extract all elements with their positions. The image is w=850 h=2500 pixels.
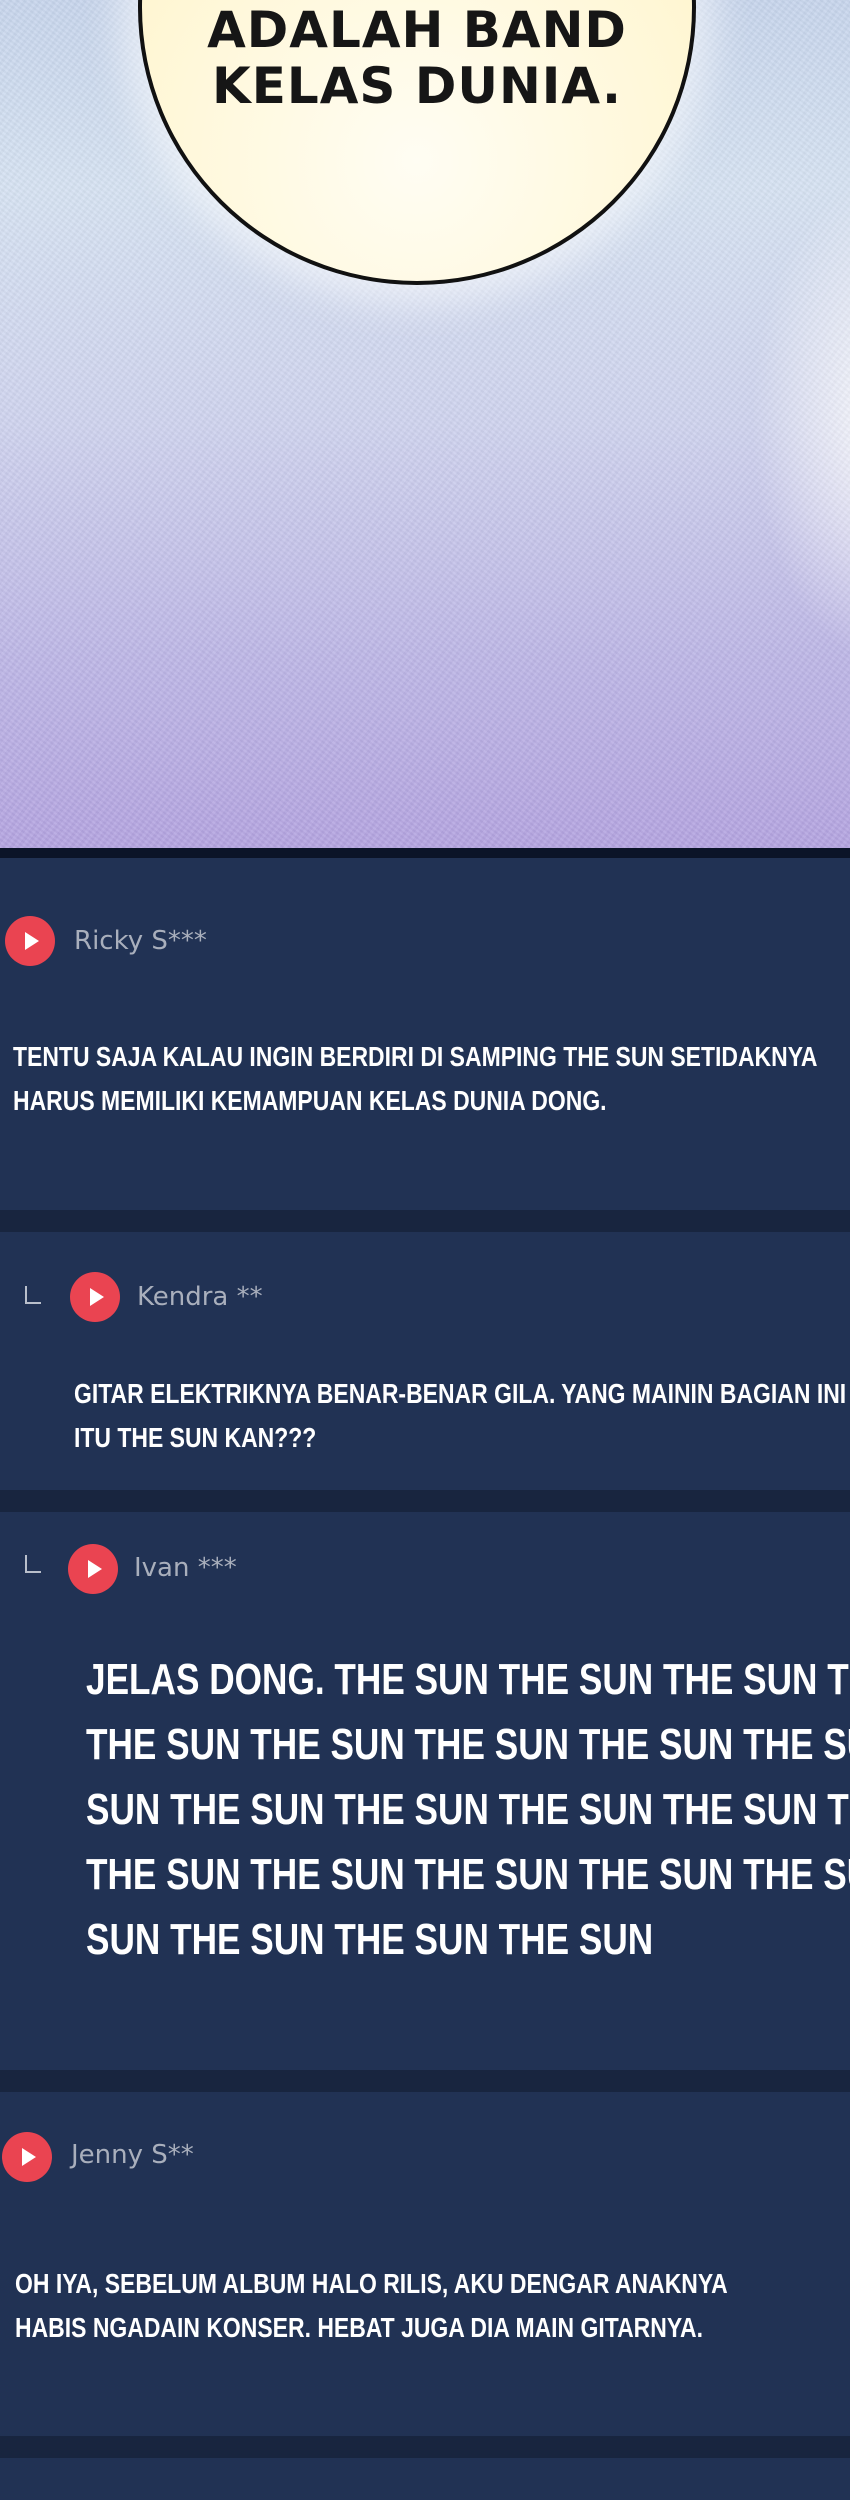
comment-card: Ricky S*** TENTU SAJA KALAU INGIN BERDIR… xyxy=(0,858,850,1210)
comment-line: SUN THE SUN THE SUN THE SUN THE SUN THE … xyxy=(86,1785,850,1834)
comment-line: HARUS MEMILIKI KEMAMPUAN KELAS DUNIA DON… xyxy=(13,1085,607,1116)
comment-username: Kendra ** xyxy=(137,1282,263,1312)
play-icon[interactable] xyxy=(2,2132,52,2182)
reply-indicator-icon xyxy=(25,1286,41,1304)
reply-indicator-icon xyxy=(25,1555,41,1573)
comment-line: TENTU SAJA KALAU INGIN BERDIRI DI SAMPIN… xyxy=(13,1041,818,1072)
comic-panel: ADALAH BAND KELAS DUNIA. xyxy=(0,0,850,848)
comment-separator xyxy=(0,1210,850,1232)
next-comment-card xyxy=(0,2458,850,2500)
comment-line: THE SUN THE SUN THE SUN THE SUN THE SUN … xyxy=(86,1850,850,1899)
comment-line: JELAS DONG. THE SUN THE SUN THE SUN THE … xyxy=(86,1655,850,1704)
comment-text: OH IYA, SEBELUM ALBUM HALO RILIS, AKU DE… xyxy=(15,2262,802,2350)
comment-line: SUN THE SUN THE SUN THE SUN xyxy=(86,1915,654,1964)
comment-separator xyxy=(0,2070,850,2092)
comment-line: THE SUN THE SUN THE SUN THE SUN THE SUN … xyxy=(86,1720,850,1769)
comment-text: TENTU SAJA KALAU INGIN BERDIRI DI SAMPIN… xyxy=(13,1035,818,1123)
comment-line: HABIS NGADAIN KONSER. HEBAT JUGA DIA MAI… xyxy=(15,2312,703,2343)
comment-text: JELAS DONG. THE SUN THE SUN THE SUN THE … xyxy=(86,1647,850,1972)
comment-line: ITU THE SUN KAN??? xyxy=(74,1422,317,1453)
comment-username: Ricky S*** xyxy=(74,926,207,956)
comment-username: Jenny S** xyxy=(71,2140,194,2170)
comment-card-reply: Ivan *** JELAS DONG. THE SUN THE SUN THE… xyxy=(0,1512,850,2070)
play-icon[interactable] xyxy=(5,916,55,966)
bubble-line: ADALAH BAND xyxy=(207,1,627,59)
comment-card: Jenny S** OH IYA, SEBELUM ALBUM HALO RIL… xyxy=(0,2092,850,2436)
comment-separator xyxy=(0,1490,850,1512)
comment-separator xyxy=(0,2436,850,2458)
bubble-line: KELAS DUNIA. xyxy=(211,57,623,115)
comment-username: Ivan *** xyxy=(134,1553,237,1583)
play-icon[interactable] xyxy=(68,1544,118,1594)
comment-line: GITAR ELEKTRIKNYA BENAR-BENAR GILA. YANG… xyxy=(74,1378,847,1409)
comment-text: GITAR ELEKTRIKNYA BENAR-BENAR GILA. YANG… xyxy=(74,1372,850,1460)
play-icon[interactable] xyxy=(70,1272,120,1322)
speech-bubble-text: ADALAH BAND KELAS DUNIA. xyxy=(138,0,696,114)
comment-line: OH IYA, SEBELUM ALBUM HALO RILIS, AKU DE… xyxy=(15,2268,728,2299)
panel-bottom-border xyxy=(0,848,850,858)
comment-card-reply: Kendra ** GITAR ELEKTRIKNYA BENAR-BENAR … xyxy=(0,1232,850,1490)
